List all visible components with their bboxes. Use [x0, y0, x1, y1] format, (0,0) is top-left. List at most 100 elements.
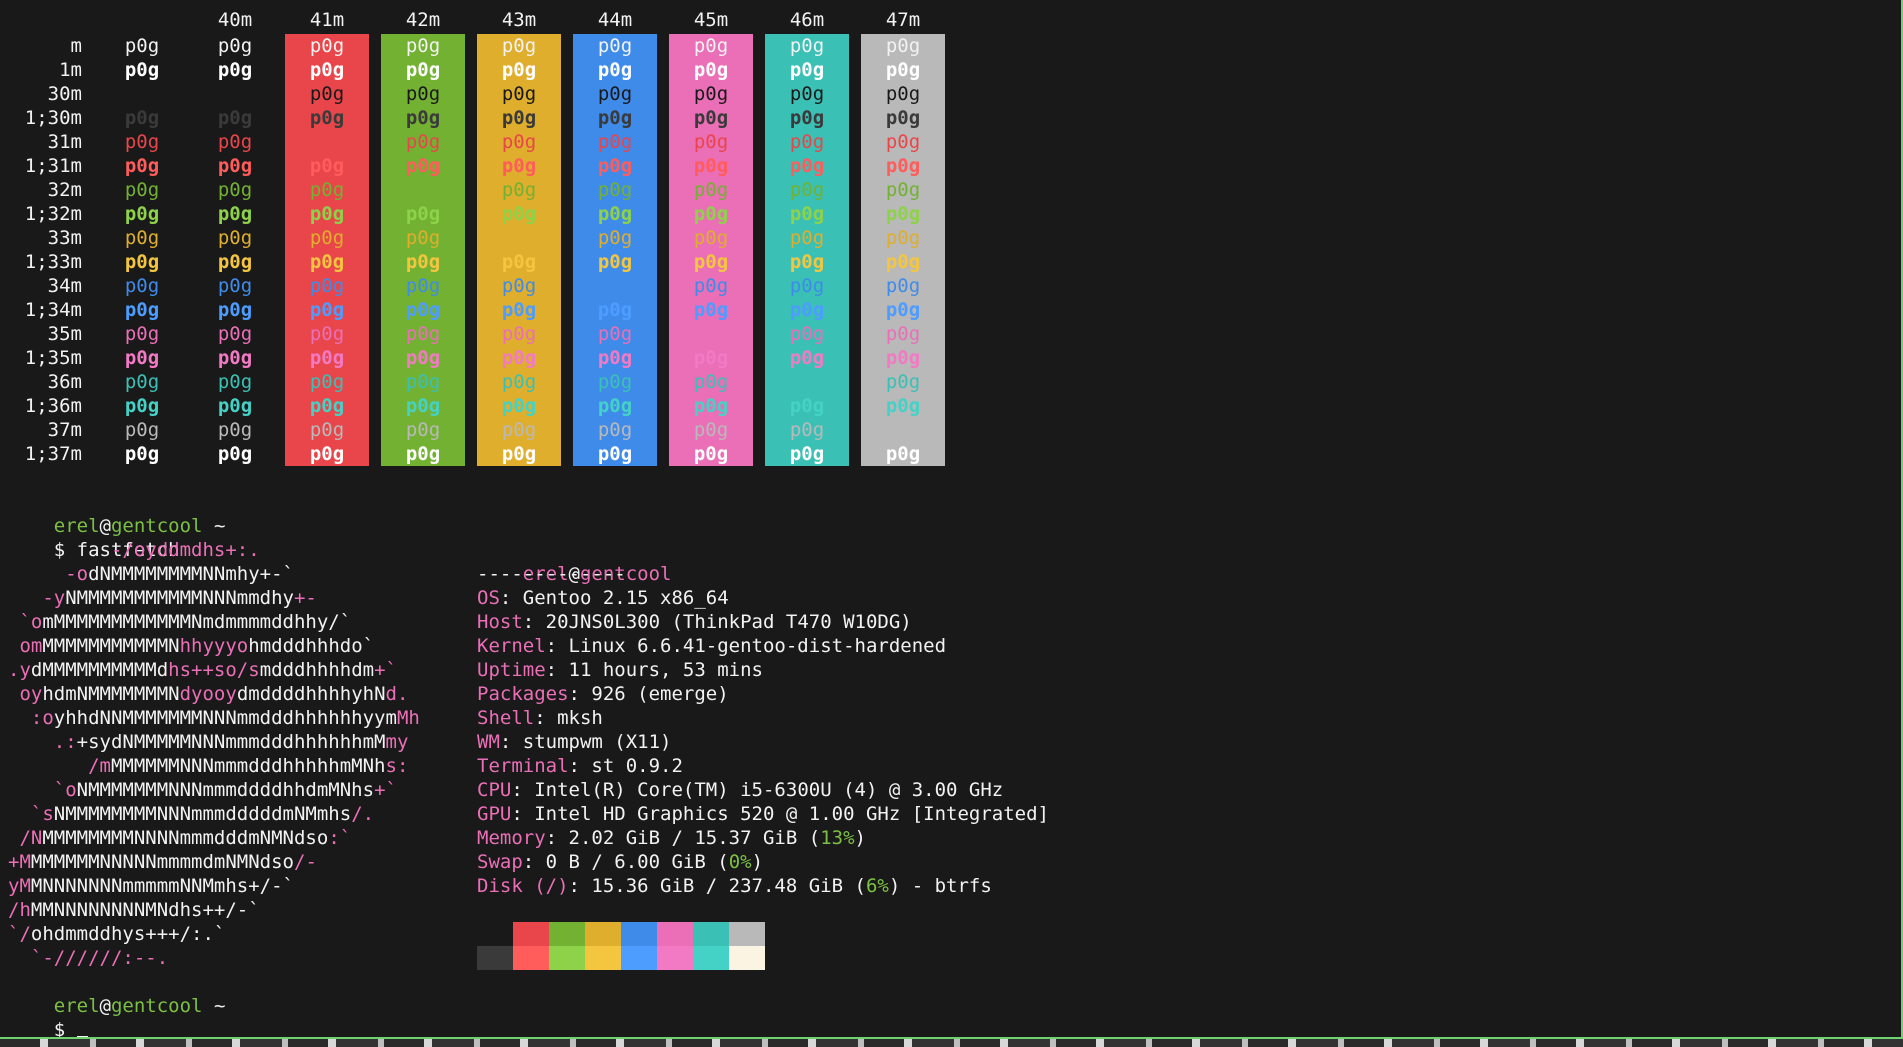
sample-text: p0g	[501, 371, 537, 393]
sample-text: p0g	[405, 59, 441, 81]
color-test-row: 1;31m p0g p0g p0g p0g p0g p0g p0g p0g p0g	[0, 154, 960, 178]
info-value: 11 hours, 53 mins	[568, 659, 763, 681]
sample-text: p0g	[124, 131, 160, 153]
sample-text: p0g	[217, 59, 253, 81]
logo-segment: `-//////:--.	[8, 947, 169, 969]
sample-text: p0g	[309, 371, 345, 393]
sample-text: p0g	[597, 323, 633, 345]
palette-swatch	[513, 922, 549, 946]
sample-text: p0g	[501, 443, 537, 465]
row-label: 32m	[47, 179, 82, 201]
sample-text: p0g	[885, 35, 921, 57]
logo-segment: /.	[351, 803, 375, 825]
sample-text: p0g	[693, 275, 729, 297]
logo-segment: /h	[8, 899, 31, 921]
sample-text: p0g	[309, 299, 345, 321]
logo-segment: hhyyyo	[179, 635, 249, 657]
info-tail: ) - btrfs	[888, 875, 992, 897]
sample-text: p0g	[217, 179, 253, 201]
sample-text: p0g	[789, 59, 825, 81]
sample-text: p0g	[501, 131, 537, 153]
row-label: 1;33m	[24, 251, 82, 273]
logo-segment: -o	[8, 563, 89, 585]
info-key: Swap	[477, 851, 523, 873]
sample-text: p0g	[124, 443, 160, 465]
sample-text: p0g	[789, 395, 825, 417]
logo-segment: MMMMMMMMNNNNmmmdddmNMNdso	[42, 827, 329, 849]
sample-text: p0g	[597, 347, 633, 369]
row-label: 1m	[59, 59, 82, 81]
prompt-host: gentcool	[110, 995, 203, 1017]
logo-segment	[8, 539, 111, 561]
prompt-dir: ~	[213, 995, 226, 1017]
color-test-row: 1;36m p0g p0g p0g p0g p0g p0g p0g p0g p0g	[0, 394, 960, 418]
logo-line: -/oyddmdhs+:.	[8, 538, 260, 562]
logo-segment: hs++so/s	[168, 659, 260, 681]
sample-text: p0g	[124, 35, 160, 57]
info-key: Shell	[477, 707, 535, 729]
sample-text: p0g	[789, 227, 825, 249]
sample-text: p0g	[309, 227, 345, 249]
sample-text: p0g	[885, 275, 921, 297]
sample-text: p0g	[789, 299, 825, 321]
sample-text: p0g	[405, 155, 441, 177]
logo-line: .ydMMMMMMMMMMdhs++so/smdddhhhhdm+`	[8, 658, 397, 682]
sample-text: p0g	[693, 155, 729, 177]
sample-text: p0g	[309, 59, 345, 81]
input-line[interactable]: $	[8, 994, 88, 1037]
info-separator: -------------	[477, 563, 626, 585]
row-label: 35m	[47, 323, 82, 345]
logo-segment: +`	[374, 779, 397, 801]
sample-text: p0g	[217, 155, 253, 177]
logo-segment: oy	[8, 683, 43, 705]
sample-text: p0g	[885, 131, 921, 153]
sample-text: p0g	[309, 83, 345, 105]
logo-segment: -y	[8, 587, 66, 609]
logo-line: -odNMMMMMMMMNNmhy+-`	[8, 562, 294, 586]
sample-text: p0g	[217, 35, 253, 57]
sample-text: p0g	[789, 251, 825, 273]
sample-text: p0g	[405, 227, 441, 249]
sample-text: p0g	[789, 203, 825, 225]
terminal-window[interactable]: 40m 41m 42m 43m 44m 45m 46m 47m m p0g p0g p0g p0g p0…	[0, 0, 1903, 1039]
info-line: GPU: Intel HD Graphics 520 @ 1.00 GHz [I…	[477, 803, 1049, 825]
logo-segment: dMMMMMMMMMMd	[30, 659, 169, 681]
sample-text: p0g	[309, 347, 345, 369]
column-header: 45m	[693, 9, 729, 31]
sample-text: p0g	[597, 83, 633, 105]
logo-segment: yM	[8, 875, 31, 897]
sample-text: p0g	[309, 203, 345, 225]
sample-text: p0g	[124, 203, 160, 225]
row-label: 31m	[47, 131, 82, 153]
info-title: erel@gentcool	[477, 538, 672, 585]
sample-text: p0g	[501, 59, 537, 81]
sample-text: p0g	[693, 395, 729, 417]
sample-text: p0g	[124, 179, 160, 201]
sample-text: p0g	[124, 323, 160, 345]
logo-segment: +M	[8, 851, 31, 873]
logo-segment: om	[8, 635, 43, 657]
sample-text: p0g	[217, 371, 253, 393]
logo-segment: MMMMMMMMMMMN	[42, 635, 180, 657]
info-percent: 0%	[728, 851, 752, 873]
sample-text: p0g	[124, 419, 160, 441]
info-tail: )	[751, 851, 764, 873]
info-value: 20JNS0L300 (ThinkPad T470 W10DG)	[545, 611, 912, 633]
sample-text: p0g	[885, 179, 921, 201]
info-value: 926 (emerge)	[591, 683, 729, 705]
sample-text: p0g	[789, 443, 825, 465]
sample-text: p0g	[789, 155, 825, 177]
info-line: Swap: 0 B / 6.00 GiB (0%)	[477, 851, 764, 873]
sample-text: p0g	[405, 323, 441, 345]
sample-text: p0g	[597, 443, 633, 465]
sample-text: p0g	[693, 323, 729, 345]
sample-text: p0g	[501, 227, 537, 249]
sample-text: p0g	[309, 179, 345, 201]
logo-segment: NMMMMMMMNNNmmmddddhhdmMNhs	[76, 779, 375, 801]
sample-text: p0g	[693, 131, 729, 153]
logo-segment: MMMMMMNNNNNmmmmdmNMNdso	[30, 851, 294, 873]
color-test-row: 1;33m p0g p0g p0g p0g p0g p0g p0g p0g p0g	[0, 250, 960, 274]
info-line: Packages: 926 (emerge)	[477, 683, 729, 705]
info-key: Disk (/)	[477, 875, 569, 897]
logo-line: yMMNNNNNNNmmmmmNNMmhs+/-`	[8, 874, 294, 898]
